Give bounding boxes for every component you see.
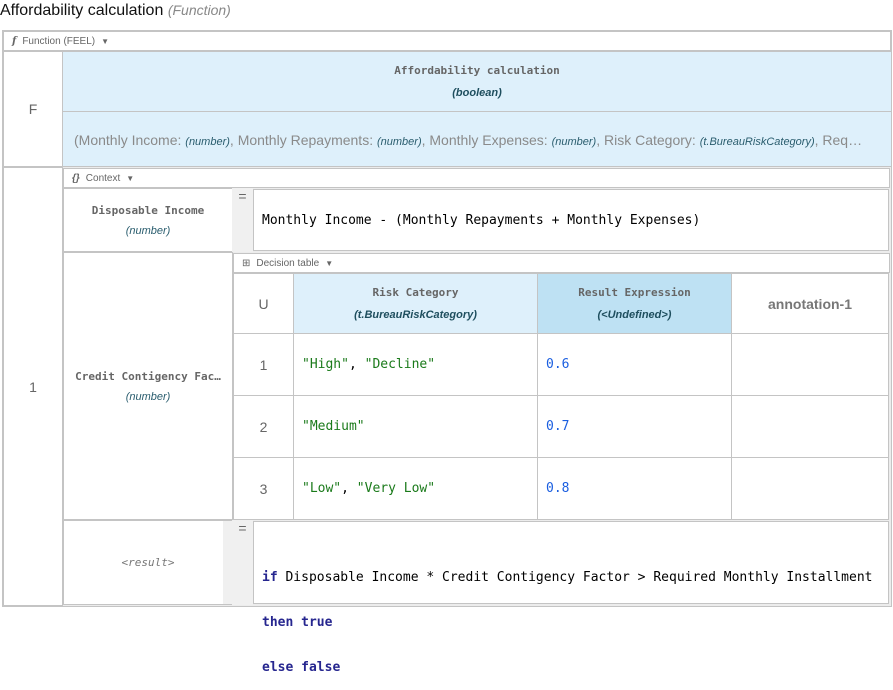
entry-type: (number) <box>125 390 171 403</box>
string-literal: "Medium" <box>302 419 365 434</box>
decision-table-label: Decision table <box>256 257 320 269</box>
row-index[interactable]: 3 <box>233 457 294 520</box>
chevron-down-icon: ▼ <box>126 173 135 183</box>
input-cell[interactable]: "Medium" <box>293 395 538 458</box>
chevron-down-icon: ▼ <box>325 258 334 268</box>
annotation-cell[interactable] <box>731 333 889 396</box>
output-cell[interactable]: 0.6 <box>537 333 732 396</box>
string-literal: "Low" <box>302 481 342 496</box>
function-kind-label: Function (FEEL) <box>22 35 96 47</box>
output-cell[interactable]: 0.8 <box>537 457 732 520</box>
row-label-1: 1 <box>3 167 63 606</box>
separator: , <box>348 357 365 372</box>
resize-handle[interactable] <box>223 521 232 604</box>
context-entry-credit-contingency[interactable]: Credit Contigency Fac… (number) <box>63 252 233 520</box>
code-text: Disposable Income * Credit Contigency Fa… <box>277 570 873 585</box>
param-name: Monthly Expenses <box>429 132 544 148</box>
keyword: then true <box>262 615 333 630</box>
row-index[interactable]: 2 <box>233 395 294 458</box>
result-label: <result> <box>121 556 175 569</box>
hit-policy[interactable]: U <box>233 273 294 334</box>
result-expression[interactable]: if Disposable Income * Credit Contigency… <box>253 521 889 675</box>
function-kind-selector[interactable]: f Function (FEEL) ▼ <box>3 31 891 51</box>
function-name: Affordability calculation <box>394 64 560 77</box>
param-name: Risk Category <box>603 132 692 148</box>
keyword: else false <box>262 660 341 675</box>
param-type: (number) <box>551 136 597 148</box>
context-result[interactable]: <result> <box>63 520 233 605</box>
input-column-header[interactable]: Risk Category (t.BureauRiskCategory) <box>293 273 538 334</box>
title-kind: (Function) <box>167 2 231 18</box>
param-type: (number) <box>185 136 230 148</box>
code-line: else false <box>262 660 888 675</box>
table-icon: ⊞ <box>242 257 251 269</box>
keyword: if <box>262 570 278 585</box>
chevron-down-icon: ▼ <box>101 36 110 46</box>
param-name: Monthly Income <box>78 132 178 148</box>
disposable-income-expression[interactable]: Monthly Income - (Monthly Repayments + M… <box>253 189 889 251</box>
input-header-type: (t.BureauRiskCategory) <box>354 309 477 321</box>
function-parameters[interactable]: (Monthly Income: (number), Monthly Repay… <box>62 111 892 167</box>
equals-sign: = <box>232 520 253 605</box>
title-name: Affordability calculation <box>0 2 164 19</box>
annotation-column-header[interactable]: annotation-1 <box>731 273 889 334</box>
entry-name: Credit Contigency Fac… <box>75 369 221 383</box>
param-overflow: Req… <box>822 132 863 148</box>
output-column-header[interactable]: Result Expression (<Undefined>) <box>537 273 732 334</box>
row-index[interactable]: 1 <box>233 333 294 396</box>
input-header-name: Risk Category <box>372 286 459 299</box>
string-literal: "Decline" <box>364 357 436 372</box>
string-literal: "Very Low" <box>356 481 436 496</box>
separator: , <box>341 481 357 496</box>
decision-table-kind-selector[interactable]: ⊞ Decision table ▼ <box>233 253 890 273</box>
function-header[interactable]: Affordability calculation (boolean) <box>62 51 892 112</box>
page-title: Affordability calculation (Function) <box>0 2 231 20</box>
output-header-name: Result Expression <box>578 286 691 299</box>
param-name: Monthly Repayments <box>237 132 370 148</box>
annotation-cell[interactable] <box>731 395 889 458</box>
context-kind-label: Context <box>85 172 121 184</box>
entry-type: (number) <box>125 224 171 237</box>
output-header-type: (<Undefined>) <box>597 309 672 321</box>
param-type: (number) <box>376 136 422 148</box>
context-icon: {} <box>72 172 80 184</box>
context-entry-disposable-income[interactable]: Disposable Income (number) <box>63 188 233 252</box>
param-type: (t.BureauRiskCategory) <box>699 136 815 148</box>
equals-sign: = <box>232 188 253 252</box>
output-cell[interactable]: 0.7 <box>537 395 732 458</box>
entry-name: Disposable Income <box>91 203 205 217</box>
code-line: if Disposable Income * Credit Contigency… <box>262 570 888 585</box>
code-line: then true <box>262 615 888 630</box>
input-cell[interactable]: "High", "Decline" <box>293 333 538 396</box>
context-kind-selector[interactable]: {} Context ▼ <box>63 168 890 188</box>
function-type: (boolean) <box>452 87 502 99</box>
annotation-cell[interactable] <box>731 457 889 520</box>
input-cell[interactable]: "Low", "Very Low" <box>293 457 538 520</box>
string-literal: "High" <box>302 357 349 372</box>
function-icon: f <box>12 35 17 47</box>
row-label-f: F <box>3 51 63 167</box>
